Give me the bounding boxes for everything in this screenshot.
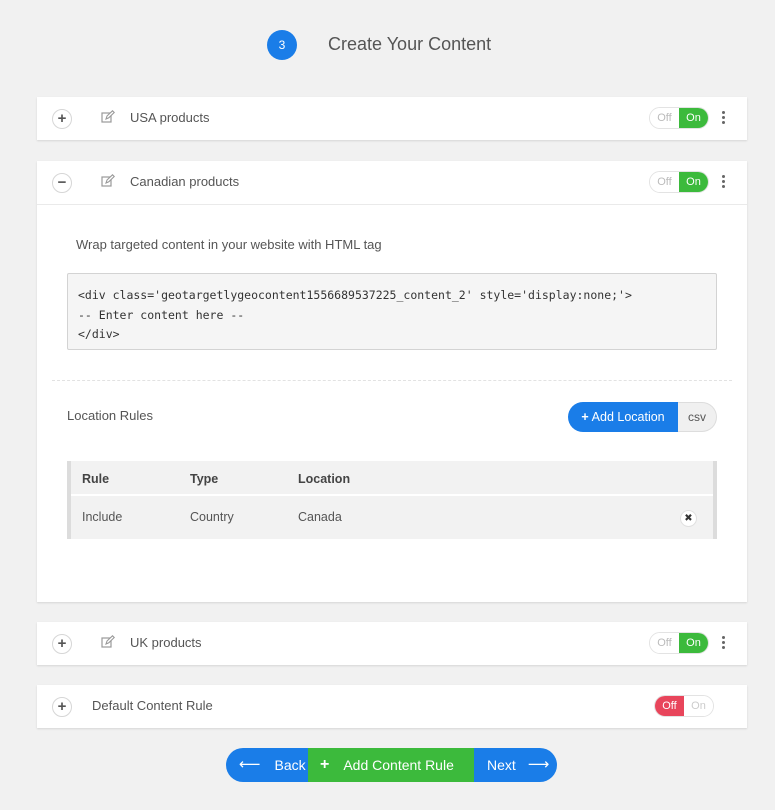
on-off-switch[interactable]: Off On <box>654 695 714 717</box>
expand-icon[interactable]: + <box>52 634 72 654</box>
next-button[interactable]: Next ⟶ <box>474 748 557 782</box>
content-rule-title: Canadian products <box>130 174 240 189</box>
step-number-badge: 3 <box>267 30 297 60</box>
column-header-rule: Rule <box>82 472 110 486</box>
switch-on-option[interactable]: On <box>684 696 713 716</box>
close-icon[interactable]: ✖ <box>680 510 697 527</box>
wizard-actions: ⟵ Back + Add Content Rule Next ⟶ <box>226 748 557 782</box>
edit-icon[interactable] <box>101 635 115 649</box>
switch-on-option[interactable]: On <box>679 633 708 653</box>
content-rule-header[interactable]: + Default Content Rule Off On <box>37 685 747 728</box>
content-rule-title: USA products <box>130 110 210 125</box>
cell-rule: Include <box>82 510 123 524</box>
page-title: Create Your Content <box>328 34 492 54</box>
arrow-left-icon: ⟵ <box>239 756 261 773</box>
content-rule-card-uk: + UK products Off On <box>37 622 747 665</box>
edit-icon[interactable] <box>101 174 115 188</box>
content-rule-title: Default Content Rule <box>92 698 213 713</box>
step-header: 3 Create Your Content <box>0 27 775 63</box>
csv-button[interactable]: csv <box>678 402 717 432</box>
switch-off-option[interactable]: Off <box>650 633 679 653</box>
kebab-menu-icon[interactable] <box>722 636 726 650</box>
next-label: Next <box>487 757 516 773</box>
add-location-button[interactable]: + Add Location <box>568 402 678 432</box>
location-rules-label: Location Rules <box>67 408 153 423</box>
add-location-label: Add Location <box>591 410 665 424</box>
add-content-rule-label: Add Content Rule <box>343 757 454 773</box>
content-rule-card-canadian: − Canadian products Off On Wrap targeted… <box>37 161 747 602</box>
switch-off-option[interactable]: Off <box>650 108 679 128</box>
on-off-switch[interactable]: Off On <box>649 107 709 129</box>
cell-location: Canada <box>298 510 342 524</box>
kebab-menu-icon[interactable] <box>722 111 726 125</box>
table-header: Rule Type Location <box>71 461 713 496</box>
content-rule-card-default: + Default Content Rule Off On <box>37 685 747 728</box>
switch-off-option[interactable]: Off <box>655 696 684 716</box>
cell-type: Country <box>190 510 234 524</box>
content-rule-header[interactable]: + UK products Off On <box>37 622 747 665</box>
html-snippet-box[interactable]: <div class='geotargetlygeocontent1556689… <box>67 273 717 350</box>
content-rule-title: UK products <box>130 635 202 650</box>
edit-icon[interactable] <box>101 110 115 124</box>
location-rules-table: Rule Type Location Include Country Canad… <box>67 461 717 539</box>
content-rule-card-usa: + USA products Off On <box>37 97 747 140</box>
switch-off-option[interactable]: Off <box>650 172 679 192</box>
expand-icon[interactable]: + <box>52 697 72 717</box>
divider <box>52 380 732 381</box>
add-content-rule-button[interactable]: + Add Content Rule <box>308 748 474 782</box>
location-actions: + Add Location csv <box>568 402 717 432</box>
plus-icon: + <box>320 756 330 773</box>
wrap-instructions: Wrap targeted content in your website wi… <box>76 237 382 252</box>
on-off-switch[interactable]: Off On <box>649 171 709 193</box>
column-header-location: Location <box>298 472 351 486</box>
expand-icon[interactable]: + <box>52 109 72 129</box>
kebab-menu-icon[interactable] <box>722 175 726 189</box>
back-button[interactable]: ⟵ Back <box>226 748 308 782</box>
content-rule-header[interactable]: − Canadian products Off On <box>37 161 747 205</box>
code-line: -- Enter content here -- <box>78 307 245 322</box>
back-label: Back <box>274 757 306 773</box>
plus-icon: + <box>581 410 589 424</box>
collapse-icon[interactable]: − <box>52 173 72 193</box>
content-rule-body: Wrap targeted content in your website wi… <box>37 205 747 602</box>
code-line: </div> <box>78 327 120 341</box>
content-rule-header[interactable]: + USA products Off On <box>37 97 747 140</box>
arrow-right-icon: ⟶ <box>527 756 550 773</box>
switch-on-option[interactable]: On <box>679 108 708 128</box>
switch-on-option[interactable]: On <box>679 172 708 192</box>
code-line: <div class='geotargetlygeocontent1556689… <box>78 288 632 302</box>
column-header-type: Type <box>190 472 219 486</box>
on-off-switch[interactable]: Off On <box>649 632 709 654</box>
table-row: Include Country Canada ✖ <box>71 496 713 539</box>
